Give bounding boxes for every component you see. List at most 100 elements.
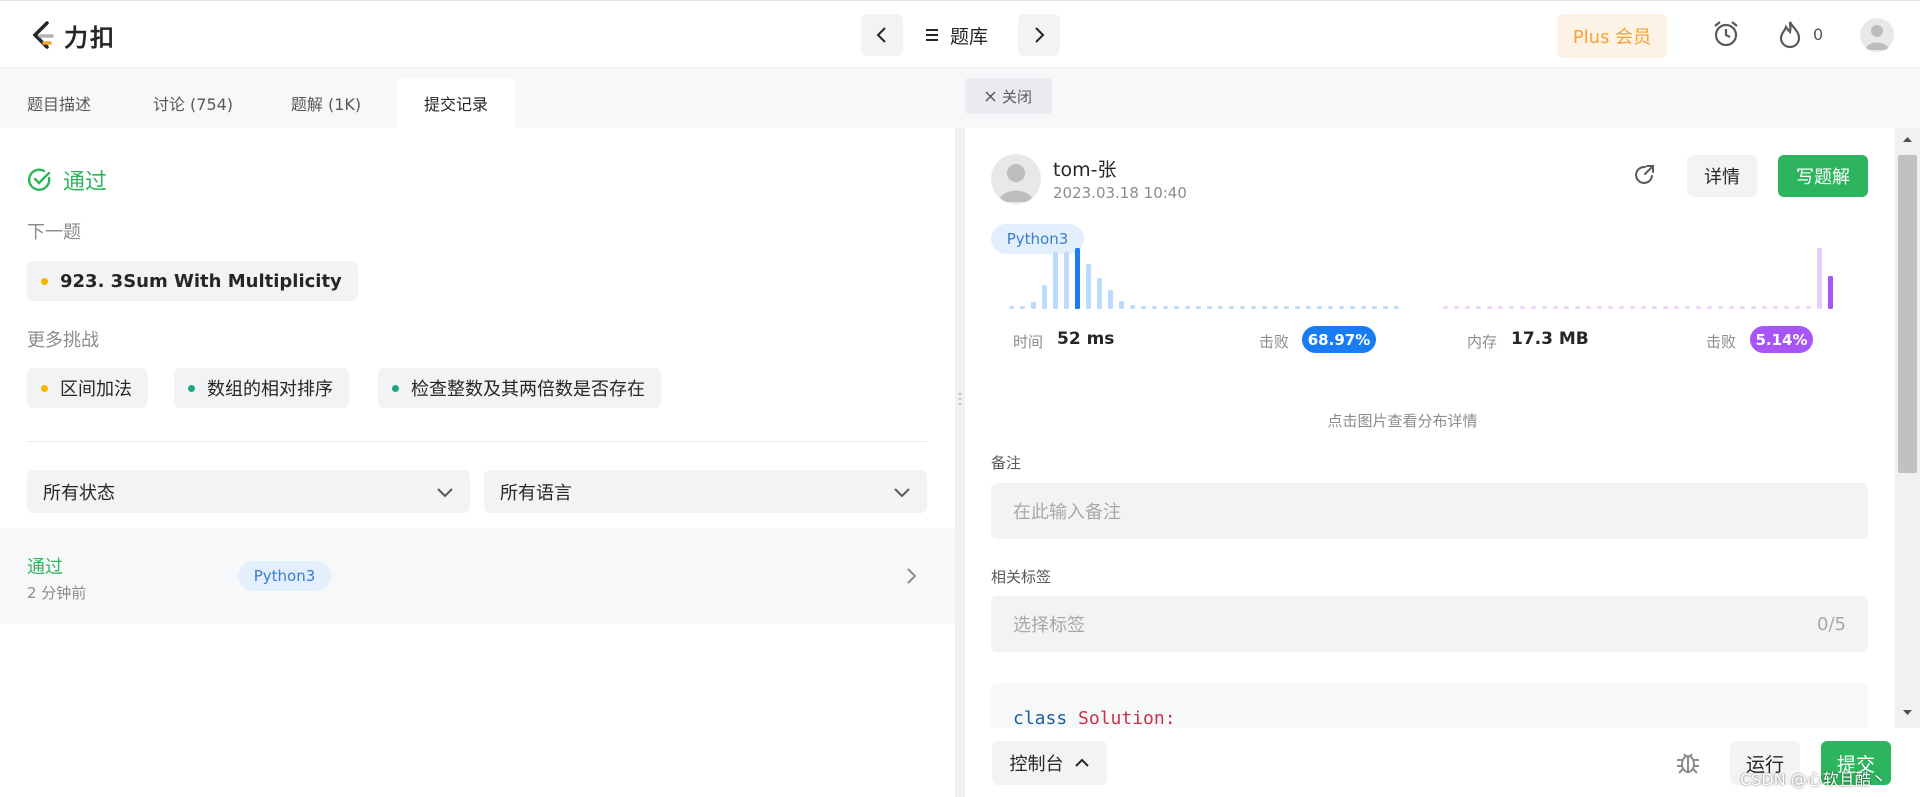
difficulty-dot (188, 384, 195, 392)
close-result-button[interactable]: 关闭 (965, 78, 1052, 114)
memory-bar (1564, 306, 1569, 309)
submission-status: 通过 (27, 557, 63, 578)
author-name[interactable]: tom-张 (1053, 155, 1116, 182)
memory-bar (1806, 306, 1811, 309)
tab-solutions[interactable]: 题解 (1K) (276, 78, 376, 128)
console-toggle-button[interactable]: 控制台 (992, 741, 1107, 785)
memory-bar (1674, 306, 1679, 309)
difficulty-dot (41, 384, 48, 392)
flame-icon[interactable] (1777, 19, 1803, 49)
chevron-down-icon (437, 487, 453, 497)
tab-discussion[interactable]: 讨论 (754) (140, 78, 246, 128)
note-label: 备注 (991, 454, 1022, 472)
chart-hint: 点击图片查看分布详情 (1327, 412, 1478, 430)
code-keyword: class (1013, 708, 1068, 729)
tags-select[interactable]: 选择标签 0/5 (991, 596, 1868, 652)
memory-bar-current (1828, 276, 1833, 309)
challenge-chip[interactable]: 区间加法 (27, 368, 148, 408)
difficulty-dot (392, 384, 399, 392)
time-value: 52 ms (1057, 329, 1115, 349)
memory-bar (1520, 306, 1525, 309)
challenge-chip[interactable]: 数组的相对排序 (174, 368, 349, 408)
drag-handle-icon (958, 392, 962, 406)
runtime-bar (1031, 302, 1036, 309)
leetcode-logo[interactable]: 力扣 (30, 18, 116, 53)
memory-bar (1476, 306, 1481, 309)
runtime-bar (1361, 306, 1366, 309)
prev-problem-button[interactable] (861, 14, 903, 56)
chevron-right-icon (1035, 27, 1045, 43)
runtime-bar (1185, 306, 1190, 309)
runtime-bar (1108, 290, 1113, 309)
result-tabs: 关闭 (955, 68, 1920, 128)
runtime-bar (1064, 252, 1069, 309)
submission-date: 2023.03.18 10:40 (1053, 184, 1187, 202)
memory-bar (1795, 306, 1800, 309)
leetcode-logo-icon (32, 20, 54, 49)
memory-bar (1619, 306, 1624, 309)
runtime-bar (1207, 306, 1212, 309)
memory-bar (1652, 306, 1657, 309)
user-avatar-top[interactable] (1860, 18, 1894, 52)
problem-tabs: 题目描述 讨论 (754) 题解 (1K) 提交记录 (0, 68, 955, 128)
scrollbar-thumb[interactable] (1898, 155, 1917, 473)
memory-bar (1608, 306, 1613, 309)
runtime-distribution-chart[interactable] (991, 248, 1411, 310)
tab-submissions[interactable]: 提交记录 (397, 78, 515, 128)
memory-bar (1487, 306, 1492, 309)
challenge-chip[interactable]: 检查整数及其两倍数是否存在 (378, 368, 661, 408)
challenge-title: 数组的相对排序 (207, 379, 333, 400)
status-filter-value: 所有状态 (43, 482, 115, 504)
write-solution-button[interactable]: 写题解 (1778, 155, 1868, 197)
divider (27, 441, 927, 442)
top-navbar: 力扣 题库 Plus 会员 0 (0, 0, 1920, 68)
next-problem-chip[interactable]: 923. 3Sum With Multiplicity (27, 261, 358, 301)
memory-bar (1784, 306, 1789, 309)
memory-bar (1553, 306, 1558, 309)
share-icon[interactable] (1633, 163, 1657, 187)
memory-beat-label: 击败 (1706, 333, 1737, 351)
runtime-bar (1262, 306, 1267, 309)
problem-bank-label: 题库 (950, 25, 989, 48)
runtime-bar (1218, 306, 1223, 309)
next-problem-button[interactable] (1018, 14, 1060, 56)
runtime-bar (1141, 306, 1146, 309)
status-filter-select[interactable]: 所有状态 (27, 470, 470, 513)
runtime-bar-current (1075, 248, 1080, 309)
runtime-bar (1152, 306, 1157, 309)
time-label: 时间 (1013, 333, 1044, 351)
runtime-bar (1009, 306, 1014, 309)
runtime-bar (1119, 301, 1124, 309)
challenge-title: 区间加法 (60, 379, 132, 400)
language-filter-select[interactable]: 所有语言 (484, 470, 927, 513)
time-beat-label: 击败 (1259, 333, 1290, 351)
logo-text: 力扣 (64, 24, 116, 52)
tags-label: 相关标签 (991, 568, 1052, 586)
tab-description[interactable]: 题目描述 (0, 78, 118, 128)
chevron-down-icon (894, 487, 910, 497)
submission-row[interactable]: 通过 2 分钟前 Python3 (0, 528, 955, 624)
alarm-clock-icon[interactable] (1711, 19, 1741, 49)
detail-button[interactable]: 详情 (1687, 155, 1757, 197)
distribution-chart[interactable]: 时间 52 ms 击败 68.97% 内存 17.3 MB 击败 5.14% (991, 248, 1861, 398)
runtime-bar (1174, 306, 1179, 309)
runtime-bar (1196, 306, 1201, 309)
memory-bar (1575, 306, 1580, 309)
note-input[interactable]: 在此输入备注 (991, 483, 1868, 539)
memory-value: 17.3 MB (1511, 329, 1589, 349)
time-beat-badge: 68.97% (1302, 326, 1376, 353)
author-avatar[interactable] (991, 154, 1041, 204)
result-status: 通过 (27, 164, 107, 196)
runtime-bar (1042, 285, 1047, 309)
panel-splitter[interactable] (955, 128, 965, 797)
streak-count: 0 (1813, 25, 1824, 44)
problem-bank-button[interactable]: 题库 (924, 14, 988, 56)
runtime-bar (1295, 306, 1300, 309)
scroll-up-arrow-icon[interactable] (1902, 136, 1913, 143)
plus-membership-button[interactable]: Plus 会员 (1557, 14, 1667, 58)
memory-bar (1641, 306, 1646, 309)
scroll-down-arrow-icon[interactable] (1902, 709, 1913, 716)
memory-bar (1740, 306, 1745, 309)
memory-distribution-chart[interactable] (1437, 248, 1857, 310)
bug-icon[interactable] (1675, 748, 1701, 776)
